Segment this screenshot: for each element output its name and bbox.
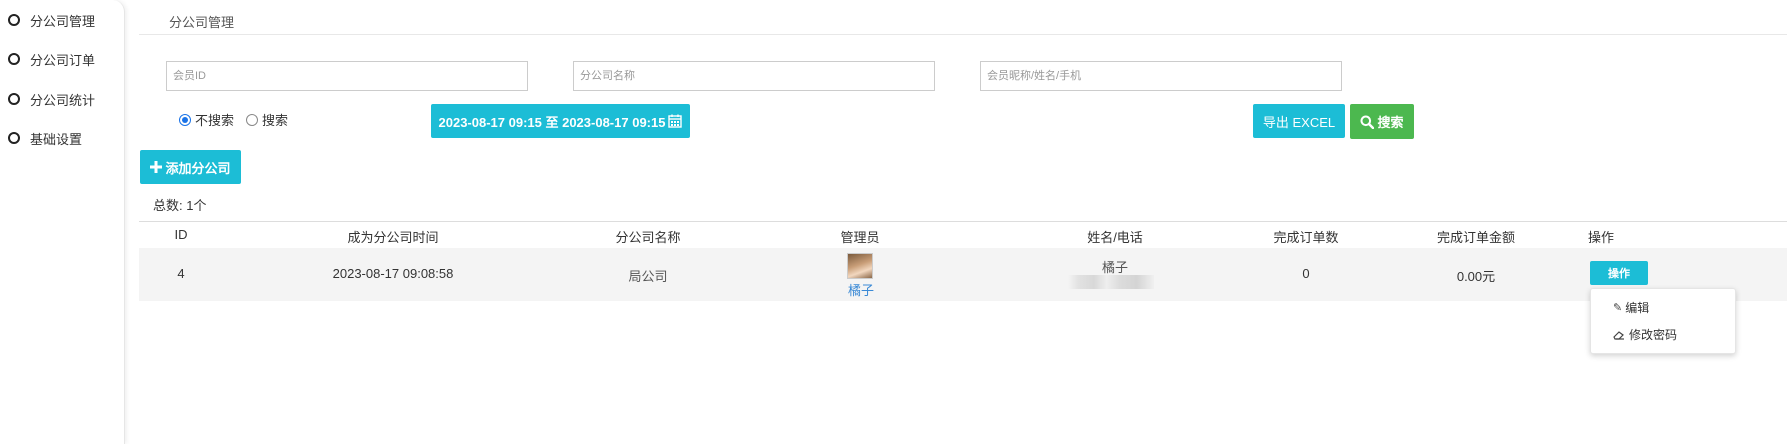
branch-name-input[interactable] <box>573 61 935 91</box>
circle-icon <box>8 53 20 65</box>
member-id-input[interactable] <box>166 61 528 91</box>
eraser-icon <box>1613 330 1624 340</box>
col-admin: 管理员 <box>840 230 880 245</box>
radio-search-label: 搜索 <box>262 113 289 128</box>
radio-no-search[interactable] <box>179 113 191 126</box>
sidebar-item-basic-settings[interactable]: 基础设置 <box>8 128 82 148</box>
cell-name: 橘子 <box>1101 260 1129 275</box>
sidebar: 分公司管理 分公司订单 分公司统计 基础设置 <box>0 0 125 444</box>
row-action-label: 操作 <box>1608 268 1630 280</box>
add-branch-label: 添加分公司 <box>165 160 231 176</box>
export-excel-button[interactable]: 导出 EXCEL <box>1253 104 1345 138</box>
breadcrumb-bar: 分公司管理 <box>139 0 1787 35</box>
col-actions: 操作 <box>1587 230 1615 245</box>
search-icon <box>1360 115 1375 129</box>
radio-no-search-label: 不搜索 <box>195 113 235 128</box>
circle-icon <box>8 132 20 144</box>
col-orders: 完成订单数 <box>1273 230 1339 245</box>
sidebar-item-label: 分公司管理 <box>30 13 96 29</box>
search-button[interactable]: 搜索 <box>1350 104 1414 139</box>
search-label: 搜索 <box>1377 115 1404 130</box>
date-range-text: 2023-08-17 09:15 至 2023-08-17 09:15 <box>438 114 666 130</box>
sidebar-item-branch-stats[interactable]: 分公司统计 <box>8 89 95 109</box>
col-join-time: 成为分公司时间 <box>347 230 439 245</box>
radio-search[interactable] <box>246 113 259 126</box>
sidebar-item-label: 分公司订单 <box>30 52 96 68</box>
pencil-icon: ✎ <box>1613 302 1623 314</box>
cell-amount: 0.00元 <box>1456 269 1496 284</box>
circle-icon <box>8 14 20 26</box>
table-row: 4 2023-08-17 09:08:58 局公司 橘子 0 0.00元 <box>139 248 1787 301</box>
phone-blurred <box>1068 275 1154 289</box>
col-amount: 完成订单金额 <box>1436 230 1516 245</box>
menu-item-edit-label: 编辑 <box>1625 301 1650 315</box>
menu-item-change-password[interactable]: 修改密码 <box>1613 326 1677 343</box>
menu-item-change-password-label: 修改密码 <box>1629 328 1678 342</box>
row-action-dropdown: ✎ 编辑 修改密码 <box>1590 288 1736 354</box>
admin-name-link[interactable]: 橘子 <box>848 280 874 299</box>
col-branch-name: 分公司名称 <box>615 230 681 245</box>
col-id: ID <box>174 227 188 242</box>
plus-icon <box>150 161 163 173</box>
sidebar-item-branch-orders[interactable]: 分公司订单 <box>8 49 95 69</box>
calendar-icon <box>668 114 683 128</box>
add-branch-button[interactable]: 添加分公司 <box>140 150 241 184</box>
admin-avatar <box>847 253 873 279</box>
search-mode-radio-group: 不搜索 搜索 <box>179 110 288 129</box>
date-range-button[interactable]: 2023-08-17 09:15 至 2023-08-17 09:15 <box>431 104 690 138</box>
cell-id: 4 <box>177 266 185 281</box>
cell-join-time: 2023-08-17 09:08:58 <box>332 266 454 281</box>
row-action-button[interactable]: 操作 <box>1590 261 1648 285</box>
col-name-phone: 姓名/电话 <box>1087 230 1143 245</box>
sidebar-item-label: 基础设置 <box>30 131 83 147</box>
breadcrumb: 分公司管理 <box>169 15 235 30</box>
export-excel-label: 导出 EXCEL <box>1262 114 1336 130</box>
sidebar-item-label: 分公司统计 <box>30 92 96 108</box>
member-info-input[interactable] <box>980 61 1342 91</box>
cell-orders: 0 <box>1302 266 1310 281</box>
circle-icon <box>8 93 20 105</box>
sidebar-item-branch-management[interactable]: 分公司管理 <box>8 10 95 30</box>
menu-item-edit[interactable]: ✎ 编辑 <box>1613 299 1649 316</box>
cell-branch-name: 局公司 <box>628 269 668 284</box>
total-count: 总数: 1个 <box>153 198 207 213</box>
table-header: ID 成为分公司时间 分公司名称 管理员 姓名/电话 完成订单数 完成订单金额 … <box>139 221 1787 249</box>
